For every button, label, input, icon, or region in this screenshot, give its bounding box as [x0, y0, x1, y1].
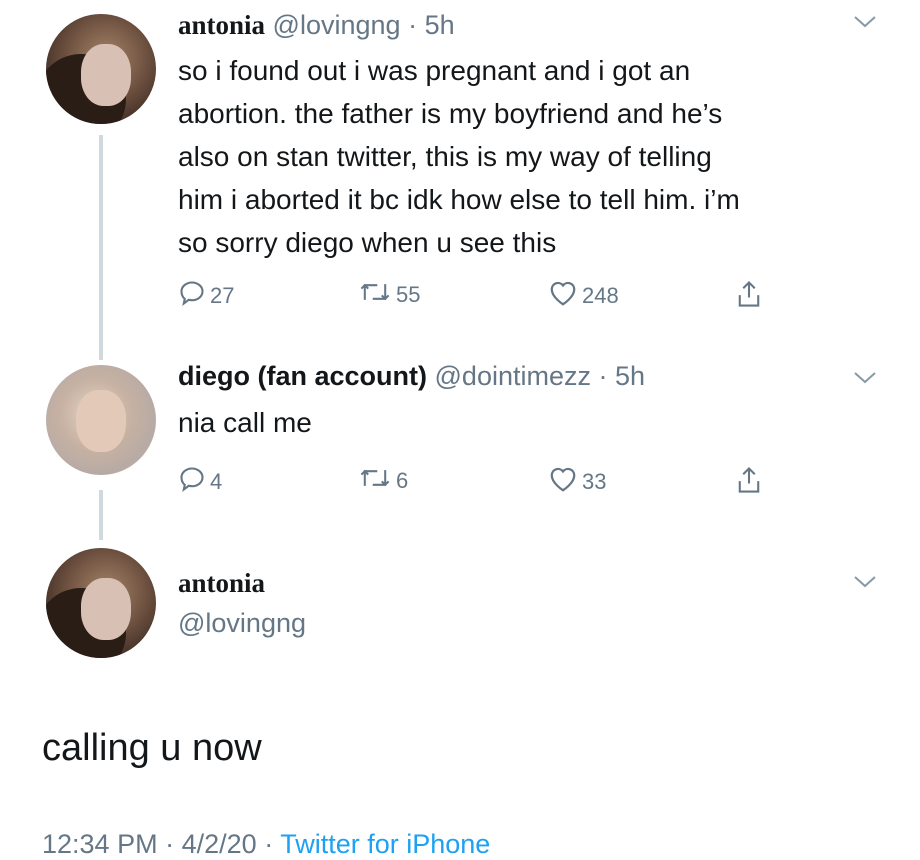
avatar[interactable]	[46, 548, 156, 658]
display-name[interactable]: antonia	[178, 568, 265, 598]
like-count: 248	[582, 283, 619, 308]
separator: ·	[165, 829, 175, 859]
tweet-source[interactable]: Twitter for iPhone	[280, 829, 490, 859]
like-button[interactable]: 248	[548, 279, 619, 313]
display-name[interactable]: antonia	[178, 10, 265, 40]
tweet-text: calling u now	[42, 727, 262, 769]
chevron-down-icon[interactable]	[852, 370, 878, 386]
reply-count: 4	[210, 469, 223, 494]
tweet-text-line: him i aborted it bc idk how else to tell…	[178, 184, 740, 215]
reply-count: 27	[210, 283, 235, 308]
reply-icon	[178, 279, 210, 313]
tweet-header: antonia @lovingng · 5h	[178, 10, 455, 41]
avatar[interactable]	[46, 14, 156, 124]
tweet-actions: 27 55 248	[178, 279, 798, 315]
author-handle: @lovingng	[178, 608, 306, 639]
tweet-meta: 12:34 PM · 4/2/20 · Twitter for iPhone	[42, 829, 490, 860]
separator: ·	[264, 829, 274, 859]
tweet-text-line: nia call me	[178, 407, 312, 438]
share-button[interactable]	[736, 279, 766, 315]
share-button[interactable]	[736, 465, 766, 501]
username[interactable]: @dointimezz	[435, 361, 591, 391]
retweet-count: 6	[396, 468, 409, 493]
tweet-text-line: abortion. the father is my boyfriend and…	[178, 98, 723, 129]
tweet-time[interactable]: 12:34 PM	[42, 829, 158, 859]
heart-icon	[548, 465, 582, 499]
reply-button[interactable]: 4	[178, 465, 222, 499]
username[interactable]: @lovingng	[273, 10, 401, 40]
tweet-text: nia call me	[178, 401, 312, 444]
tweet-text-line: so i found out i was pregnant and i got …	[178, 55, 691, 86]
thread-line	[99, 135, 103, 360]
heart-icon	[548, 279, 582, 313]
retweet-count: 55	[396, 282, 421, 307]
tweet-header: diego (fan account) @dointimezz · 5h	[178, 361, 645, 392]
separator: ·	[598, 361, 608, 391]
reply-button[interactable]: 27	[178, 279, 234, 313]
author-name: antonia	[178, 568, 265, 599]
share-icon	[736, 465, 766, 501]
tweet-text-line: also on stan twitter, this is my way of …	[178, 141, 712, 172]
like-count: 33	[582, 469, 607, 494]
chevron-down-icon[interactable]	[852, 574, 878, 590]
tweet-text-line: so sorry diego when u see this	[178, 227, 557, 258]
username[interactable]: @lovingng	[178, 608, 306, 638]
chevron-down-icon[interactable]	[852, 14, 878, 30]
separator: ·	[408, 10, 418, 40]
timestamp[interactable]: 5h	[615, 361, 645, 391]
avatar[interactable]	[46, 365, 156, 475]
tweet-date[interactable]: 4/2/20	[182, 829, 257, 859]
retweet-icon	[358, 465, 396, 497]
like-button[interactable]: 33	[548, 465, 606, 499]
share-icon	[736, 279, 766, 315]
retweet-button[interactable]: 6	[358, 465, 408, 497]
reply-icon	[178, 465, 210, 499]
tweet-actions: 4 6 33	[178, 465, 798, 501]
tweet-text: so i found out i was pregnant and i got …	[178, 49, 740, 264]
retweet-button[interactable]: 55	[358, 279, 420, 311]
thread-line	[99, 490, 103, 540]
display-name[interactable]: diego (fan account)	[178, 361, 427, 391]
timestamp[interactable]: 5h	[425, 10, 455, 40]
retweet-icon	[358, 279, 396, 311]
